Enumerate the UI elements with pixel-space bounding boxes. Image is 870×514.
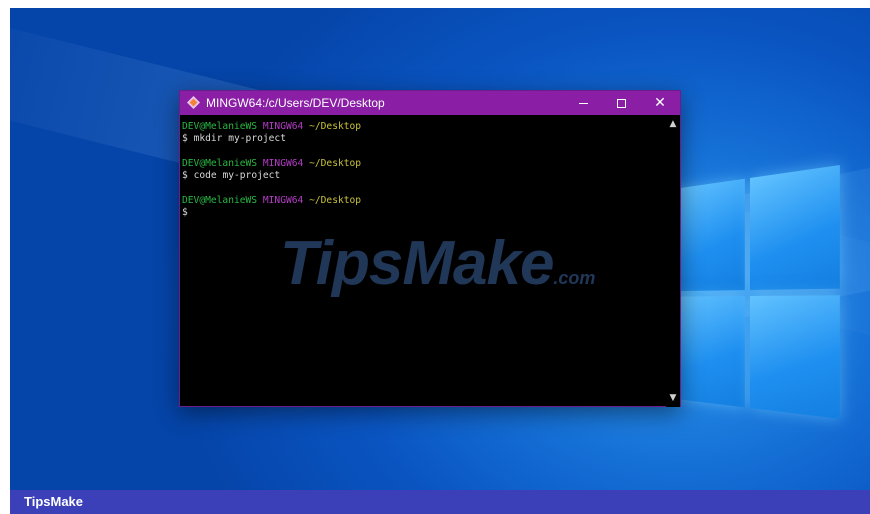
scroll-down-arrow-icon[interactable]: ▼ [666,391,680,405]
prompt-user: DEV@MelanieWS [182,157,258,169]
windows-logo-pane [750,295,840,419]
prompt-path: ~/Desktop [309,121,362,132]
terminal-output[interactable]: DEV@MelanieWS MINGW64 ~/Desktop $ mkdir … [180,115,666,407]
minimize-icon [578,102,588,104]
prompt-line: DEV@MelanieWS MINGW64 ~/Desktop [182,121,664,133]
windows-logo-pane [671,178,745,292]
prompt-symbol: $ [182,170,188,182]
prompt-path: ~/Desktop [309,194,362,206]
command-line: $ mkdir my-project [182,133,664,145]
maximize-icon [616,98,626,108]
prompt-user: DEV@MelanieWS [182,194,258,206]
prompt-host: MINGW64 [262,121,304,132]
prompt-symbol: $ [182,133,188,145]
prompt-line: DEV@MelanieWS MINGW64 ~/Desktop [182,195,664,207]
prompt-host: MINGW64 [262,194,304,206]
git-bash-icon [187,96,200,109]
minimize-button[interactable] [564,91,602,115]
command-line-current[interactable]: $ [182,207,664,219]
scroll-up-arrow-icon[interactable]: ▲ [666,117,680,131]
footer-bar: TipsMake [10,490,870,514]
close-button[interactable]: ✕ [641,91,679,115]
terminal-scrollbar[interactable]: ▲ ▼ [666,115,680,407]
prompt-symbol: $ [182,207,188,219]
windows-logo-pane [750,165,840,290]
window-title: MINGW64:/c/Users/DEV/Desktop [206,96,385,110]
prompt-user: DEV@MelanieWS [182,121,258,132]
windows-logo-pane [671,296,745,408]
close-icon: ✕ [654,95,666,111]
prompt-line: DEV@MelanieWS MINGW64 ~/Desktop [182,158,664,170]
command-text: mkdir my-project [193,133,286,145]
windows-logo [671,164,846,442]
screenshot-frame: MINGW64:/c/Users/DEV/Desktop ✕ DEV@Melan… [0,0,870,514]
footer-brand: TipsMake [24,494,84,509]
command-text: code my-project [193,170,281,182]
prompt-path: ~/Desktop [309,157,362,169]
command-line: $ code my-project [182,170,664,182]
maximize-button[interactable] [602,91,640,115]
window-titlebar[interactable]: MINGW64:/c/Users/DEV/Desktop ✕ [180,91,680,115]
git-bash-window[interactable]: MINGW64:/c/Users/DEV/Desktop ✕ DEV@Melan… [179,90,681,407]
prompt-host: MINGW64 [262,157,304,169]
